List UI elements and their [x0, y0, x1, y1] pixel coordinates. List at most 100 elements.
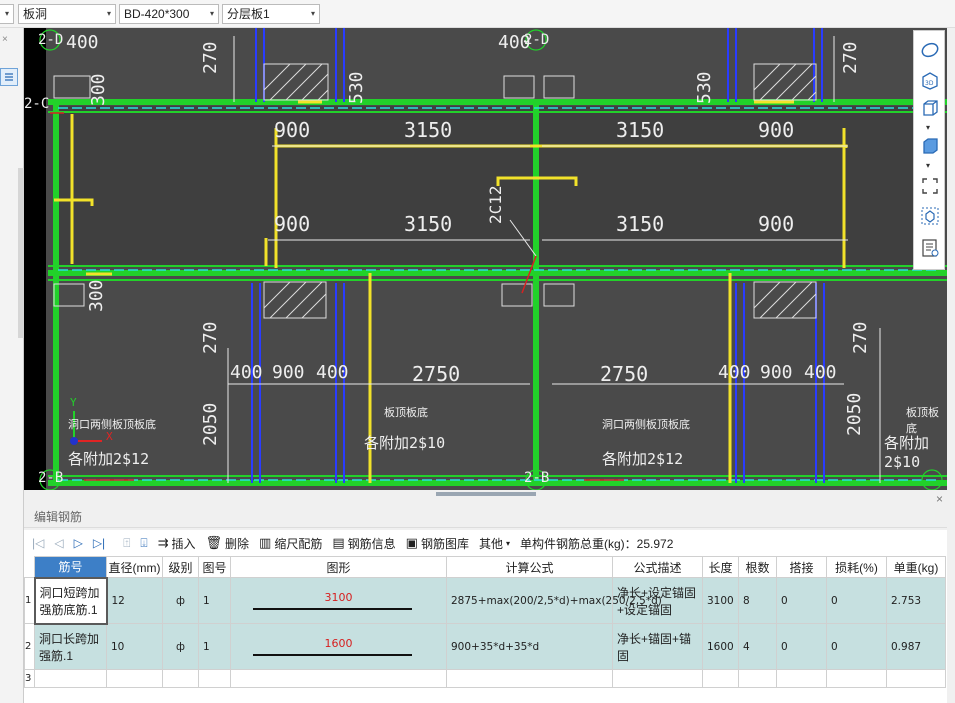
- solid-view-icon[interactable]: [918, 135, 942, 157]
- table-row[interactable]: 3: [24, 669, 946, 688]
- delete-button[interactable]: 🗑 删除: [206, 535, 250, 552]
- next-record-icon[interactable]: ▷: [74, 536, 83, 550]
- table-row[interactable]: 2 洞口长跨加强筋.1 10 ф 1 1600 900+35*d+35*d 净长…: [24, 623, 946, 670]
- splitter-grip[interactable]: [436, 492, 536, 496]
- dim-label: 2050: [844, 392, 865, 436]
- shape-length-label: 1600: [324, 636, 353, 650]
- rebar-name-cell[interactable]: 洞口长跨加强筋.1: [34, 623, 107, 670]
- empty-cell[interactable]: [230, 669, 447, 688]
- count-cell[interactable]: 8: [738, 577, 777, 624]
- col-header[interactable]: 单重(kg): [886, 556, 946, 578]
- empty-cell[interactable]: [106, 669, 163, 688]
- weight-cell[interactable]: 2.753: [886, 577, 946, 624]
- rebar-table: 筋号 直径(mm) 级别 图号 图形 计算公式 公式描述 长度 根数 搭接 损耗…: [24, 556, 947, 703]
- empty-cell[interactable]: [612, 669, 703, 688]
- shape-cell[interactable]: 3100: [230, 577, 447, 624]
- formula-cell[interactable]: 900+35*d+35*d: [446, 623, 613, 670]
- fit-view-icon[interactable]: [918, 175, 942, 197]
- axis-y-label: Y: [70, 396, 77, 409]
- first-record-icon[interactable]: |◁: [32, 536, 44, 550]
- empty-cell[interactable]: [886, 669, 946, 688]
- dim-label: 400: [316, 362, 349, 383]
- last-record-icon[interactable]: ▷|: [93, 536, 105, 550]
- component-view-icon[interactable]: [918, 205, 942, 227]
- element-name-value: BD-420*300: [124, 7, 190, 21]
- empty-cell[interactable]: [162, 669, 199, 688]
- rebar-library-button[interactable]: ▣ 钢筋图库: [406, 535, 469, 552]
- col-header[interactable]: 公式描述: [612, 556, 703, 578]
- element-name-select[interactable]: BD-420*300 ▾: [119, 4, 219, 24]
- length-cell[interactable]: 3100: [702, 577, 739, 624]
- diameter-cell[interactable]: 12: [106, 577, 163, 624]
- col-header[interactable]: 搭接: [776, 556, 827, 578]
- col-header[interactable]: 图号: [198, 556, 231, 578]
- left-combo-tail[interactable]: ▾: [0, 4, 14, 24]
- rotate-view-icon[interactable]: [918, 39, 942, 61]
- loss-cell[interactable]: 0: [826, 577, 887, 624]
- empty-cell[interactable]: [826, 669, 887, 688]
- description-cell[interactable]: 净长+设定锚固+设定锚固: [612, 577, 703, 624]
- grid-label: 2-C: [24, 96, 50, 112]
- figure-cell[interactable]: 1: [198, 577, 231, 624]
- properties-view-icon[interactable]: [918, 237, 942, 259]
- other-label: 其他: [478, 536, 503, 551]
- empty-cell[interactable]: [738, 669, 777, 688]
- col-header[interactable]: 长度: [702, 556, 739, 578]
- dim-label: 270: [200, 321, 221, 354]
- weight-cell[interactable]: 0.987: [886, 623, 946, 670]
- description-cell[interactable]: 净长+锚固+锚固: [612, 623, 703, 670]
- empty-cell[interactable]: [446, 669, 613, 688]
- dim-label: 400: [66, 32, 99, 53]
- loss-cell[interactable]: 0: [826, 623, 887, 670]
- element-type-select[interactable]: 板洞 ▾: [18, 4, 116, 24]
- table-row[interactable]: 1 洞口短跨加强筋底筋.1 12 ф 1 3100 2875+max(200/2…: [24, 576, 946, 625]
- length-cell[interactable]: 1600: [702, 623, 739, 670]
- close-icon[interactable]: ×: [2, 34, 8, 45]
- panel-title: 编辑钢筋: [24, 506, 947, 528]
- diameter-cell[interactable]: 10: [106, 623, 163, 670]
- cube-view-icon[interactable]: [918, 97, 942, 119]
- lap-cell[interactable]: 0: [776, 577, 827, 624]
- grade-cell[interactable]: ф: [162, 623, 199, 670]
- panel-splitter[interactable]: ×: [24, 492, 947, 506]
- view-3d-icon[interactable]: 3D: [918, 69, 942, 91]
- empty-cell[interactable]: [702, 669, 739, 688]
- col-header[interactable]: 筋号: [34, 556, 107, 578]
- dim-label: 3150: [404, 212, 453, 236]
- shape-cell[interactable]: 1600: [230, 623, 447, 670]
- empty-cell[interactable]: [34, 669, 107, 688]
- move-down-icon[interactable]: ⍗: [140, 536, 147, 551]
- empty-cell[interactable]: [198, 669, 231, 688]
- empty-cell[interactable]: [776, 669, 827, 688]
- col-header[interactable]: 根数: [738, 556, 777, 578]
- row-number: 2: [24, 623, 35, 670]
- col-header[interactable]: 计算公式: [446, 556, 613, 578]
- dim-label: 270: [850, 321, 871, 354]
- col-header[interactable]: 级别: [162, 556, 199, 578]
- scale-label: 缩尺配筋: [274, 536, 323, 551]
- col-header[interactable]: 图形: [230, 556, 447, 578]
- count-cell[interactable]: 4: [738, 623, 777, 670]
- list-icon[interactable]: [0, 68, 18, 86]
- figure-cell[interactable]: 1: [198, 623, 231, 670]
- dim-label: 530: [694, 71, 715, 104]
- cad-text-layer: 400 400 270 270 530 530 300 300 900 3150…: [24, 28, 947, 490]
- prev-record-icon[interactable]: ◁: [54, 536, 63, 550]
- dim-label: 900: [758, 118, 795, 142]
- close-icon[interactable]: ×: [936, 492, 943, 506]
- rebar-name-cell[interactable]: 洞口短跨加强筋底筋.1: [33, 576, 108, 625]
- lap-cell[interactable]: 0: [776, 623, 827, 670]
- scale-rebar-button[interactable]: ▥ 缩尺配筋: [259, 535, 322, 552]
- col-header[interactable]: 损耗(%): [826, 556, 887, 578]
- cad-viewport[interactable]: 400 400 270 270 530 530 300 300 900 3150…: [24, 28, 947, 490]
- chevron-down-icon[interactable]: ▾: [926, 123, 930, 132]
- chevron-down-icon[interactable]: ▾: [926, 161, 930, 170]
- grade-cell[interactable]: ф: [162, 577, 199, 624]
- rebar-info-button[interactable]: ▤ 钢筋信息: [332, 535, 395, 552]
- col-header[interactable]: 直径(mm): [106, 556, 163, 578]
- move-up-icon[interactable]: ⍐: [123, 536, 130, 551]
- formula-cell[interactable]: 2875+max(200/2,5*d)+max(250/2,5*d): [446, 577, 662, 624]
- other-menu[interactable]: 其他 ▾: [479, 535, 510, 552]
- insert-button[interactable]: ⇉ 插入: [158, 535, 196, 552]
- layer-select[interactable]: 分层板1 ▾: [222, 4, 320, 24]
